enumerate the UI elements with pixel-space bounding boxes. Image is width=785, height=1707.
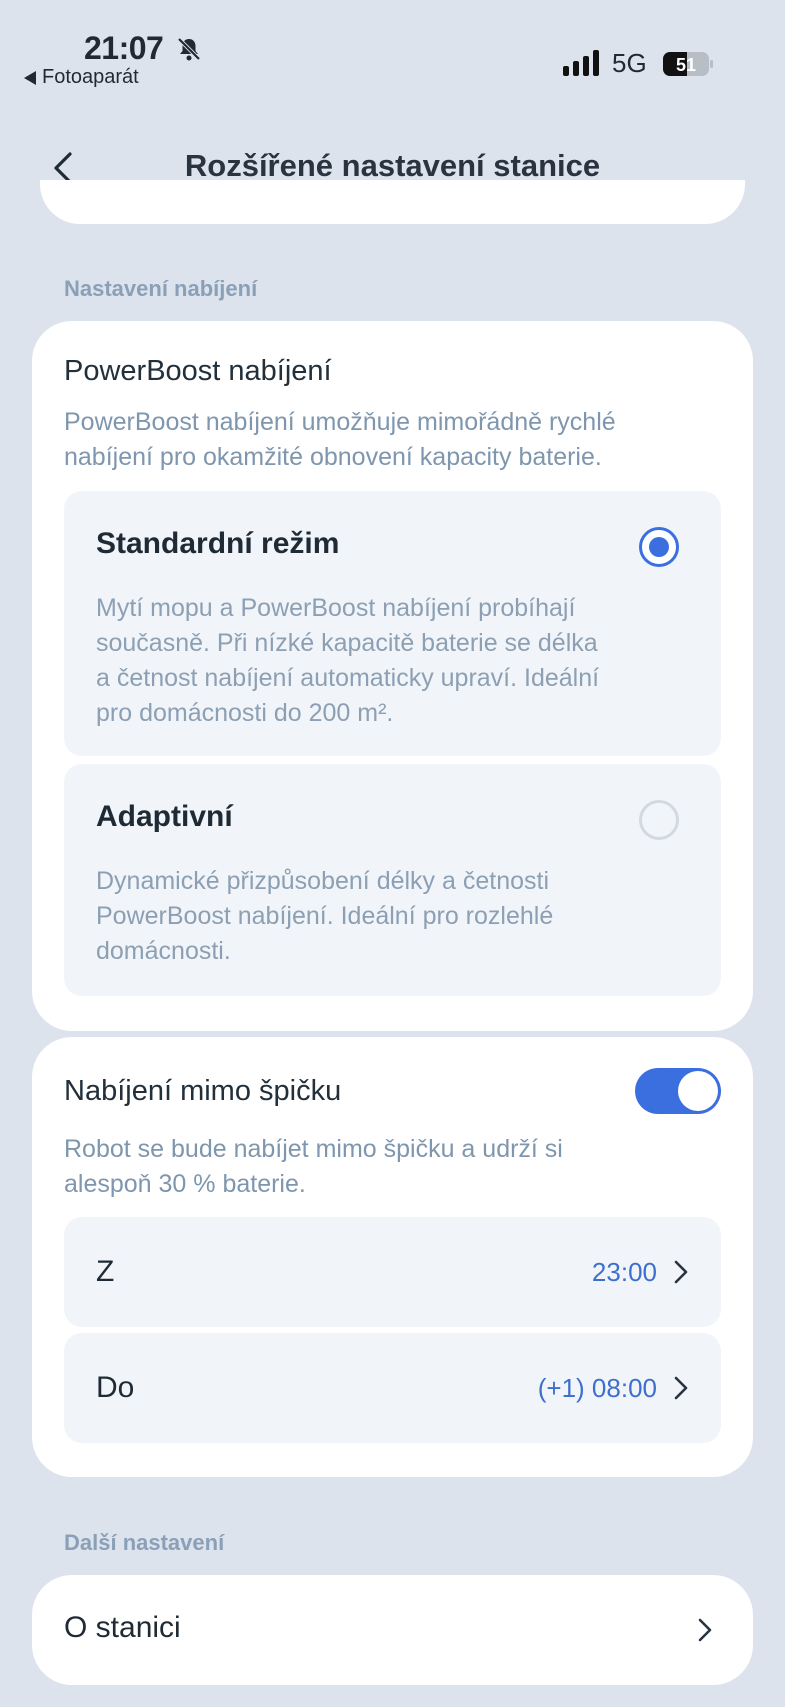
offpeak-card: Nabíjení mimo špičku Robot se bude nabíj…	[32, 1037, 753, 1477]
powerboost-desc-line: nabíjení pro okamžité obnovení kapacity …	[64, 443, 602, 471]
option-description: Mytí mopu a PowerBoost nabíjení probíhaj…	[96, 591, 599, 731]
from-value: 23:00	[591, 1257, 657, 1287]
offpeak-to-row[interactable]: Do (+1) 08:00	[64, 1333, 721, 1443]
network-type: 5G	[612, 48, 647, 78]
offpeak-from-row[interactable]: Z 23:00	[64, 1217, 721, 1327]
back-app-label: Fotoaparát	[42, 66, 139, 88]
radio-unselected[interactable]	[639, 800, 679, 840]
battery-icon: 51	[663, 52, 713, 76]
option-desc-line: domácnosti.	[96, 937, 231, 965]
option-desc-line: současně. Při nízké kapacitě baterie se …	[96, 629, 598, 657]
bell-muted-icon	[177, 37, 201, 61]
previous-card-edge	[40, 180, 745, 224]
battery-level: 51	[676, 55, 696, 75]
to-label: Do	[96, 1371, 135, 1404]
page-title: Rozšířené nastavení stanice	[184, 148, 601, 183]
signal-icon	[563, 46, 599, 76]
offpeak-title: Nabíjení mimo špičku	[64, 1075, 342, 1107]
powerboost-card: PowerBoost nabíjení PowerBoost nabíjení …	[32, 321, 753, 1031]
offpeak-toggle[interactable]	[635, 1068, 721, 1114]
about-station-row[interactable]: O stanici	[32, 1575, 753, 1685]
option-desc-line: pro domácnosti do 200 m².	[96, 699, 394, 727]
powerboost-title: PowerBoost nabíjení	[64, 355, 332, 387]
powerboost-description: PowerBoost nabíjení umožňuje mimořádně r…	[64, 405, 616, 475]
option-desc-line: a četnost nabíjení automaticky upraví. I…	[96, 664, 600, 692]
chevron-right-icon	[674, 1376, 688, 1400]
option-standard-mode[interactable]: Standardní režim Mytí mopu a PowerBoost …	[64, 491, 721, 756]
status-time: 21:07	[84, 30, 164, 66]
powerboost-desc-line: PowerBoost nabíjení umožňuje mimořádně r…	[64, 408, 616, 436]
about-station-label: O stanici	[64, 1611, 181, 1644]
back-triangle-icon	[24, 70, 36, 85]
option-title: Standardní režim	[96, 527, 340, 560]
offpeak-desc-line: Robot se bude nabíjet mimo špičku a udrž…	[64, 1135, 563, 1163]
offpeak-description: Robot se bude nabíjet mimo špičku a udrž…	[64, 1132, 563, 1202]
option-desc-line: Mytí mopu a PowerBoost nabíjení probíhaj…	[96, 594, 576, 622]
option-description: Dynamické přizpůsobení délky a četnosti …	[96, 864, 553, 969]
radio-selected[interactable]	[639, 527, 679, 567]
option-desc-line: Dynamické přizpůsobení délky a četnosti	[96, 867, 550, 895]
chevron-right-icon	[698, 1618, 712, 1642]
to-value: (+1) 08:00	[537, 1373, 657, 1403]
option-desc-line: PowerBoost nabíjení. Ideální pro rozlehl…	[96, 902, 554, 930]
back-to-app-link[interactable]: Fotoaparát	[24, 66, 139, 89]
section-title-more: Další nastavení	[64, 1530, 225, 1555]
chevron-right-icon	[674, 1260, 688, 1284]
section-title-charging: Nastavení nabíjení	[64, 276, 258, 301]
toggle-knob	[678, 1071, 718, 1111]
option-title: Adaptivní	[96, 800, 233, 833]
offpeak-desc-line: alespoň 30 % baterie.	[64, 1170, 306, 1198]
from-label: Z	[96, 1255, 115, 1288]
option-adaptive-mode[interactable]: Adaptivní Dynamické přizpůsobení délky a…	[64, 764, 721, 996]
